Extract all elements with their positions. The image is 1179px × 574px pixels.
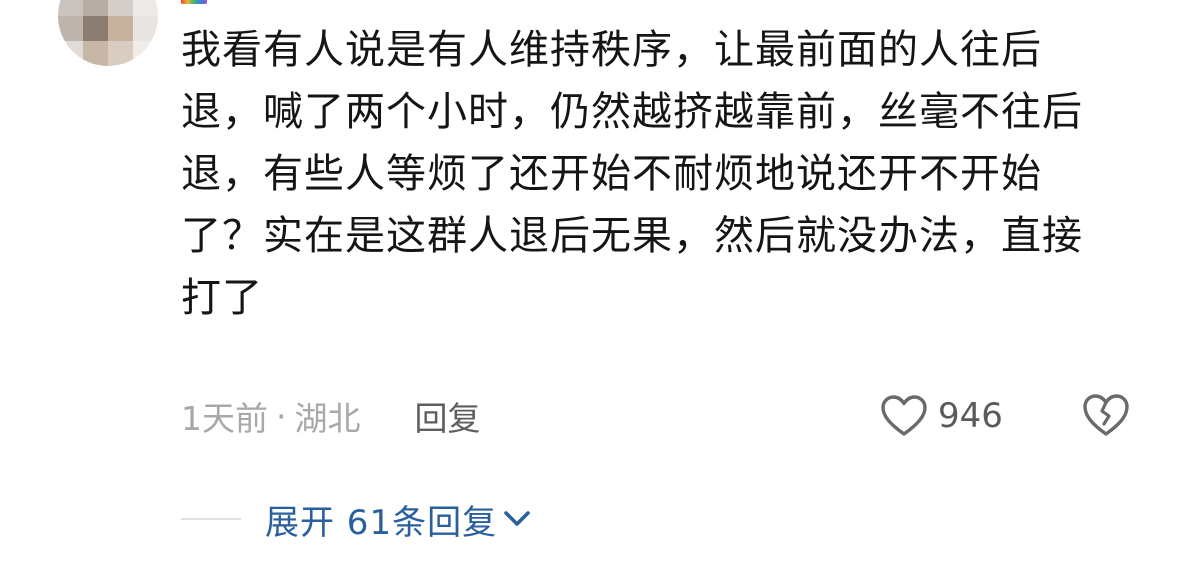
avatar[interactable] xyxy=(58,0,158,66)
avatar-pixelated-image xyxy=(58,0,158,66)
broken-heart-icon xyxy=(1083,394,1129,436)
comment-location: 湖北 xyxy=(294,399,361,438)
expand-replies-label: 展开 61条回复 xyxy=(265,502,498,543)
meta-separator: · xyxy=(276,396,287,436)
like-count: 946 xyxy=(938,396,1003,436)
chevron-down-icon xyxy=(504,511,530,526)
comment-text: 我看有人说是有人维持秩序，让最前面的人往后退，喊了两个小时，仍然越挤越靠前，丝毫… xyxy=(181,27,1083,321)
divider-line xyxy=(181,518,241,520)
comment-time: 1天前 xyxy=(181,399,268,438)
dislike-button[interactable] xyxy=(1082,392,1130,440)
replies-expander: 展开 61条回复 xyxy=(181,494,531,544)
expand-replies-button[interactable]: 展开 61条回复 xyxy=(265,495,531,544)
like-button[interactable]: 946 xyxy=(880,390,1003,442)
comment-meta: 1天前 · 湖北 回复 xyxy=(181,390,481,442)
heart-outline-icon xyxy=(881,395,927,436)
user-badge xyxy=(181,0,207,4)
reply-button[interactable]: 回复 xyxy=(415,392,481,440)
